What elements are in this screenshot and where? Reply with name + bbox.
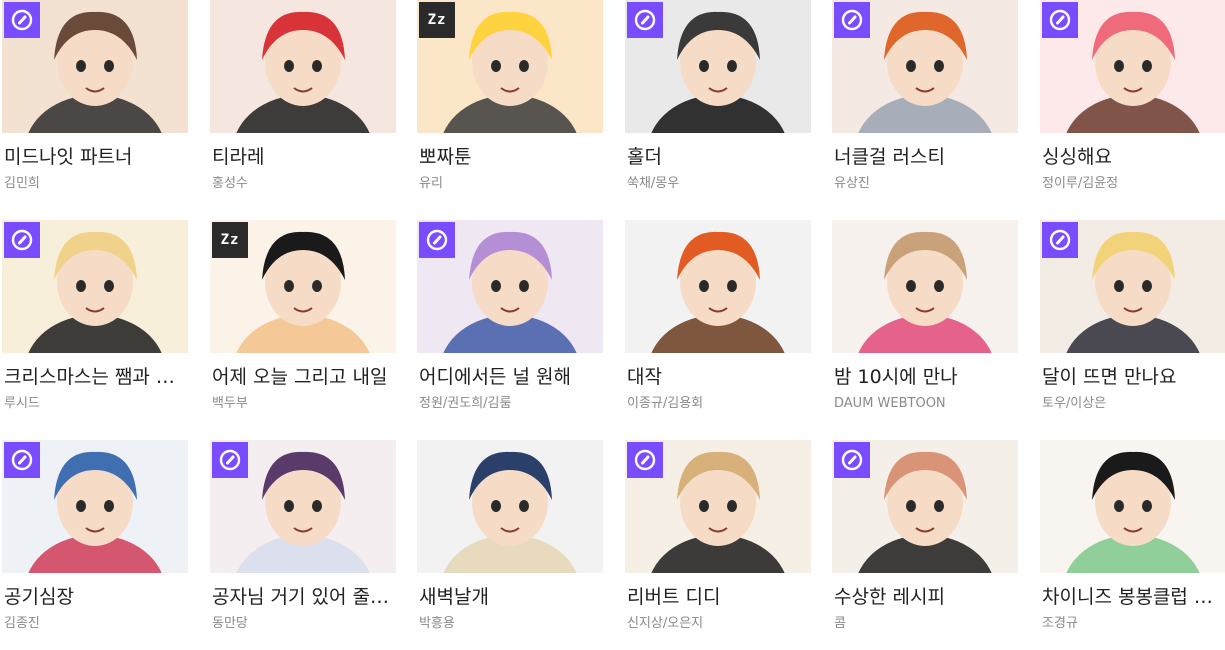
webtoon-title[interactable]: 홀더	[627, 144, 812, 170]
webtoon-thumbnail[interactable]	[625, 0, 811, 133]
webtoon-card[interactable]: 수상한 레시피콤	[832, 440, 1020, 650]
sleep-badge-icon: Zz	[419, 2, 455, 38]
play-badge-icon	[1042, 2, 1078, 38]
webtoon-author: 유상진	[834, 176, 870, 191]
webtoon-card[interactable]: 싱싱해요정이루/김윤정	[1040, 0, 1225, 210]
webtoon-author: 김민희	[4, 176, 40, 191]
webtoon-card[interactable]: 달이 뜨면 만나요토우/이상은	[1040, 220, 1225, 430]
play-badge-icon	[834, 442, 870, 478]
webtoon-card[interactable]: Zz 뽀짜툰유리	[417, 0, 605, 210]
webtoon-author: 정원/권도희/김룸	[419, 396, 512, 411]
webtoon-author: 루시드	[4, 396, 40, 411]
webtoon-author: 동만당	[212, 616, 248, 631]
webtoon-title[interactable]: 차이니즈 봉봉클럽 시즌2	[1042, 584, 1225, 610]
webtoon-card[interactable]: 홀더쑥채/몽우	[625, 0, 813, 210]
webtoon-title[interactable]: 어디에서든 널 원해	[419, 364, 604, 390]
webtoon-thumbnail[interactable]	[832, 440, 1018, 573]
webtoon-author: 정이루/김윤정	[1042, 176, 1119, 191]
webtoon-thumbnail[interactable]	[417, 440, 603, 573]
play-badge-icon	[4, 222, 40, 258]
webtoon-card[interactable]: 대작이종규/김용회	[625, 220, 813, 430]
webtoon-author: 쑥채/몽우	[627, 176, 680, 191]
webtoon-card[interactable]: 크리스마스는 쨈과 함께루시드	[2, 220, 190, 430]
webtoon-card[interactable]: 공자님 거기 있어 줄래요동만당	[210, 440, 398, 650]
play-badge-icon	[212, 442, 248, 478]
webtoon-author: 콤	[834, 616, 846, 631]
cover-illustration	[1040, 440, 1225, 573]
play-badge-icon	[4, 2, 40, 38]
webtoon-author: 홍성수	[212, 176, 248, 191]
webtoon-title[interactable]: 미드나잇 파트너	[4, 144, 189, 170]
webtoon-thumbnail[interactable]	[2, 220, 188, 353]
webtoon-title[interactable]: 어제 오늘 그리고 내일	[212, 364, 397, 390]
cover-illustration	[832, 220, 1018, 353]
webtoon-title[interactable]: 수상한 레시피	[834, 584, 1019, 610]
webtoon-author: 이종규/김용회	[627, 396, 704, 411]
cover-illustration	[210, 0, 396, 133]
webtoon-thumbnail[interactable]	[832, 220, 1018, 353]
webtoon-card[interactable]: 리버트 디디신지상/오은지	[625, 440, 813, 650]
webtoon-thumbnail[interactable]: Zz	[417, 0, 603, 133]
webtoon-thumbnail[interactable]	[625, 220, 811, 353]
play-badge-icon	[627, 2, 663, 38]
cover-illustration	[417, 440, 603, 573]
webtoon-card[interactable]: 어디에서든 널 원해정원/권도희/김룸	[417, 220, 605, 430]
webtoon-card[interactable]: 새벽날개박흥용	[417, 440, 605, 650]
webtoon-title[interactable]: 공자님 거기 있어 줄래요	[212, 584, 397, 610]
webtoon-thumbnail[interactable]	[625, 440, 811, 573]
webtoon-title[interactable]: 공기심장	[4, 584, 189, 610]
webtoon-author: DAUM WEBTOON	[834, 396, 946, 411]
webtoon-author: 신지상/오은지	[627, 616, 704, 631]
webtoon-thumbnail[interactable]	[210, 0, 396, 133]
webtoon-title[interactable]: 뽀짜툰	[419, 144, 604, 170]
webtoon-title[interactable]: 새벽날개	[419, 584, 604, 610]
webtoon-author: 백두부	[212, 396, 248, 411]
webtoon-thumbnail[interactable]	[832, 0, 1018, 133]
webtoon-thumbnail[interactable]	[2, 440, 188, 573]
webtoon-thumbnail[interactable]	[210, 440, 396, 573]
webtoon-thumbnail[interactable]	[1040, 0, 1225, 133]
webtoon-card[interactable]: 차이니즈 봉봉클럽 시즌2 조경규	[1040, 440, 1225, 650]
play-badge-icon	[4, 442, 40, 478]
webtoon-card[interactable]: 티라레홍성수	[210, 0, 398, 210]
webtoon-title[interactable]: 밤 10시에 만나	[834, 364, 1019, 390]
sleep-badge-icon: Zz	[212, 222, 248, 258]
play-badge-icon	[834, 2, 870, 38]
play-badge-icon	[1042, 222, 1078, 258]
webtoon-title[interactable]: 달이 뜨면 만나요	[1042, 364, 1225, 390]
webtoon-author: 조경규	[1042, 616, 1078, 631]
webtoon-author: 유리	[419, 176, 443, 191]
webtoon-title[interactable]: 티라레	[212, 144, 397, 170]
webtoon-card[interactable]: Zz 어제 오늘 그리고 내일백두부	[210, 220, 398, 430]
webtoon-card[interactable]: 너클걸 러스티유상진	[832, 0, 1020, 210]
webtoon-grid: 미드나잇 파트너 김민희 티라레 홍성수 Zz 뽀짜툰 유리 홀더 쑥채/몽우 너클걸 러스티 유상…	[0, 0, 1225, 641]
webtoon-title[interactable]: 리버트 디디	[627, 584, 812, 610]
webtoon-title[interactable]: 크리스마스는 쨈과 함께	[4, 364, 189, 390]
webtoon-thumbnail[interactable]	[1040, 220, 1225, 353]
webtoon-author: 박흥용	[419, 616, 455, 631]
webtoon-title[interactable]: 대작	[627, 364, 812, 390]
play-badge-icon	[627, 442, 663, 478]
webtoon-title[interactable]: 너클걸 러스티	[834, 144, 1019, 170]
webtoon-author: 토우/이상은	[1042, 396, 1107, 411]
webtoon-card[interactable]: 공기심장김종진	[2, 440, 190, 650]
webtoon-thumbnail[interactable]: Zz	[210, 220, 396, 353]
webtoon-author: 김종진	[4, 616, 40, 631]
webtoon-thumbnail[interactable]	[1040, 440, 1225, 573]
webtoon-card[interactable]: 미드나잇 파트너김민희	[2, 0, 190, 210]
play-badge-icon	[419, 222, 455, 258]
webtoon-card[interactable]: 밤 10시에 만나 DAUM WEBTOON	[832, 220, 1020, 430]
webtoon-thumbnail[interactable]	[2, 0, 188, 133]
webtoon-thumbnail[interactable]	[417, 220, 603, 353]
webtoon-title[interactable]: 싱싱해요	[1042, 144, 1225, 170]
cover-illustration	[625, 220, 811, 353]
